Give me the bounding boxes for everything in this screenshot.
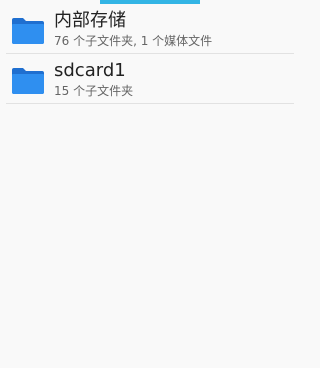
storage-list: 内部存储 76 个子文件夹, 1 个媒体文件 sdcard1 15 个子文件夹 <box>0 4 300 104</box>
storage-item-subtitle: 15 个子文件夹 <box>54 84 134 98</box>
storage-item-subtitle: 76 个子文件夹, 1 个媒体文件 <box>54 34 213 48</box>
storage-item-text: sdcard1 15 个子文件夹 <box>54 60 288 99</box>
folder-icon <box>12 68 44 94</box>
storage-item-title: sdcard1 <box>54 60 126 81</box>
storage-item-internal[interactable]: 内部存储 76 个子文件夹, 1 个媒体文件 <box>6 4 294 54</box>
storage-item-text: 内部存储 76 个子文件夹, 1 个媒体文件 <box>54 10 288 49</box>
folder-icon <box>12 18 44 44</box>
storage-item-title: 内部存储 <box>54 10 126 31</box>
storage-item-sdcard[interactable]: sdcard1 15 个子文件夹 <box>6 54 294 104</box>
